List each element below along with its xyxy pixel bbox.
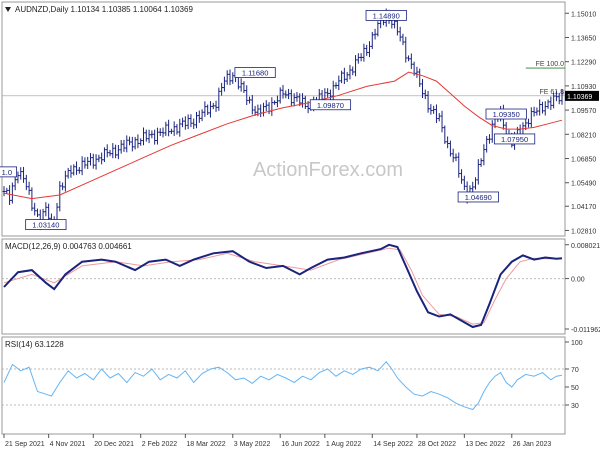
price-annotation: 1.07950 — [493, 133, 536, 145]
xtick-label: 13 Dec 2022 — [465, 441, 505, 448]
price-annotation: 1.11680 — [234, 67, 276, 78]
xtick-label: 20 Dec 2021 — [94, 441, 134, 448]
macd-ytick-label: 0.00 — [571, 277, 585, 284]
rsi-ytick-label: 30 — [571, 403, 579, 410]
xtick-label: 1 Aug 2022 — [326, 441, 362, 448]
macd-ytick-label: -0.011962 — [571, 327, 600, 334]
rsi-ytick-label: 70 — [571, 367, 579, 374]
price-ytick-label: 1.02810 — [571, 228, 596, 235]
price-ytick-label: 1.06850 — [571, 157, 596, 164]
price-annotation-label: 1.04690 — [465, 193, 492, 202]
price-annotation: 1.0 — [0, 166, 17, 178]
xtick-label: 14 Sep 2022 — [373, 441, 413, 448]
price-annotation: 1.14890 — [365, 9, 407, 21]
macd-title: MACD(12,26,9) 0.004763 0.004661 — [5, 242, 132, 251]
price-annotation-label: 1.0 — [2, 168, 12, 177]
xtick-label: 4 Nov 2021 — [50, 441, 86, 448]
price-annotation-label: 1.09350 — [493, 110, 520, 119]
price-ytick-label: 1.13650 — [571, 35, 596, 42]
forex-chart: ActionForex.com FE 100.0 FE 61.8 1.03140 1.… — [0, 1, 600, 448]
price-annotation-label: 1.14890 — [373, 11, 400, 20]
xtick-label: 3 May 2022 — [234, 441, 271, 448]
price-ytick-label: 1.08210 — [571, 132, 596, 139]
price-annotation: 1.04690 — [457, 191, 499, 203]
price-ytick-label: 1.12290 — [571, 60, 596, 67]
price-ytick-label: 1.10930 — [571, 84, 596, 91]
price-annotation-label: 1.09870 — [317, 101, 344, 110]
fe-level-label: FE 61.8 — [539, 89, 564, 96]
xtick-label: 26 Jan 2023 — [513, 441, 552, 448]
xtick-label: 2 Feb 2022 — [142, 441, 178, 448]
price-title-group: AUDNZD,Daily 1.10134 1.10385 1.10064 1.1… — [5, 5, 193, 14]
macd-ytick-label: 0.008021 — [571, 243, 600, 250]
rsi-ytick-label: 50 — [571, 385, 579, 392]
xtick-label: 28 Oct 2022 — [418, 441, 456, 448]
price-annotation: 1.09350 — [485, 108, 527, 120]
xtick-label: 16 Jun 2022 — [281, 441, 320, 448]
price-ytick-label: 1.09570 — [571, 108, 596, 115]
price-annotation-label: 1.03140 — [32, 221, 59, 230]
rsi-title: RSI(14) 63.1228 — [5, 340, 64, 349]
price-annotation: 1.09870 — [309, 99, 352, 111]
watermark: ActionForex.com — [253, 159, 403, 181]
rsi-panel-frame — [1, 336, 566, 435]
price-annotation-label: 1.11680 — [242, 69, 269, 78]
price-annotation: 1.03140 — [25, 219, 67, 230]
current-price-label: 1.10369 — [567, 94, 592, 101]
price-title: AUDNZD,Daily 1.10134 1.10385 1.10064 1.1… — [15, 5, 193, 14]
macd-panel-frame — [1, 238, 566, 335]
price-ytick-label: 1.15010 — [571, 11, 596, 18]
price-annotation-label: 1.07950 — [501, 135, 528, 144]
price-ytick-label: 1.04170 — [571, 204, 596, 211]
price-ytick-label: 1.05490 — [571, 181, 596, 188]
rsi-ytick-label: 100 — [571, 340, 583, 347]
xtick-label: 18 Mar 2022 — [186, 441, 225, 448]
xtick-label: 21 Sep 2021 — [5, 441, 45, 448]
fe-level-label: FE 100.0 — [536, 61, 565, 68]
